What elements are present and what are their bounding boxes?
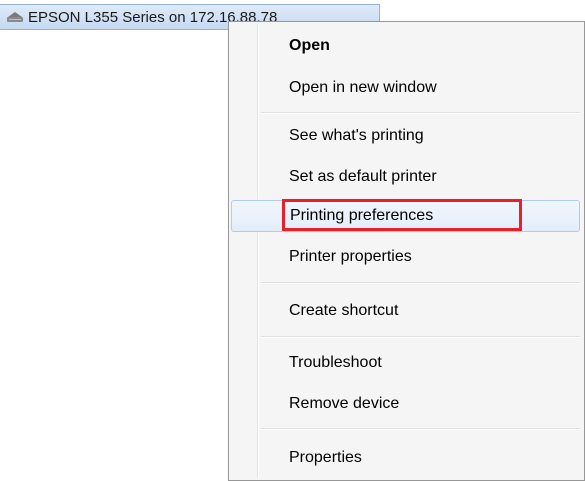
menu-item-printer-properties[interactable]: Printer properties xyxy=(231,241,580,273)
menu-item-set-default-printer[interactable]: Set as default printer xyxy=(231,161,580,193)
menu-separator xyxy=(261,282,580,284)
menu-item-label: Printing preferences xyxy=(290,207,434,224)
menu-item-label: Remove device xyxy=(289,395,400,412)
menu-item-open-new-window[interactable]: Open in new window xyxy=(231,72,580,104)
context-menu: Open Open in new window See what's print… xyxy=(228,21,585,481)
menu-item-troubleshoot[interactable]: Troubleshoot xyxy=(231,347,580,379)
menu-separator xyxy=(261,112,580,114)
menu-item-label: Open in new window xyxy=(289,79,437,96)
menu-separator xyxy=(261,336,580,338)
menu-item-create-shortcut[interactable]: Create shortcut xyxy=(231,295,580,327)
menu-item-properties[interactable]: Properties xyxy=(231,442,580,474)
menu-item-label: Set as default printer xyxy=(289,168,437,185)
printer-icon xyxy=(6,11,24,23)
menu-item-see-whats-printing[interactable]: See what's printing xyxy=(231,120,580,152)
menu-item-label: Printer properties xyxy=(289,248,412,265)
menu-item-label: Troubleshoot xyxy=(289,354,382,371)
menu-item-printing-preferences[interactable]: Printing preferences xyxy=(231,199,580,232)
menu-item-label: Create shortcut xyxy=(289,302,399,319)
menu-item-remove-device[interactable]: Remove device xyxy=(231,388,580,420)
menu-item-open[interactable]: Open xyxy=(231,30,580,62)
menu-item-label: Open xyxy=(289,37,330,54)
menu-item-label: Properties xyxy=(289,449,362,466)
menu-item-label: See what's printing xyxy=(289,127,424,144)
menu-separator xyxy=(261,428,580,430)
